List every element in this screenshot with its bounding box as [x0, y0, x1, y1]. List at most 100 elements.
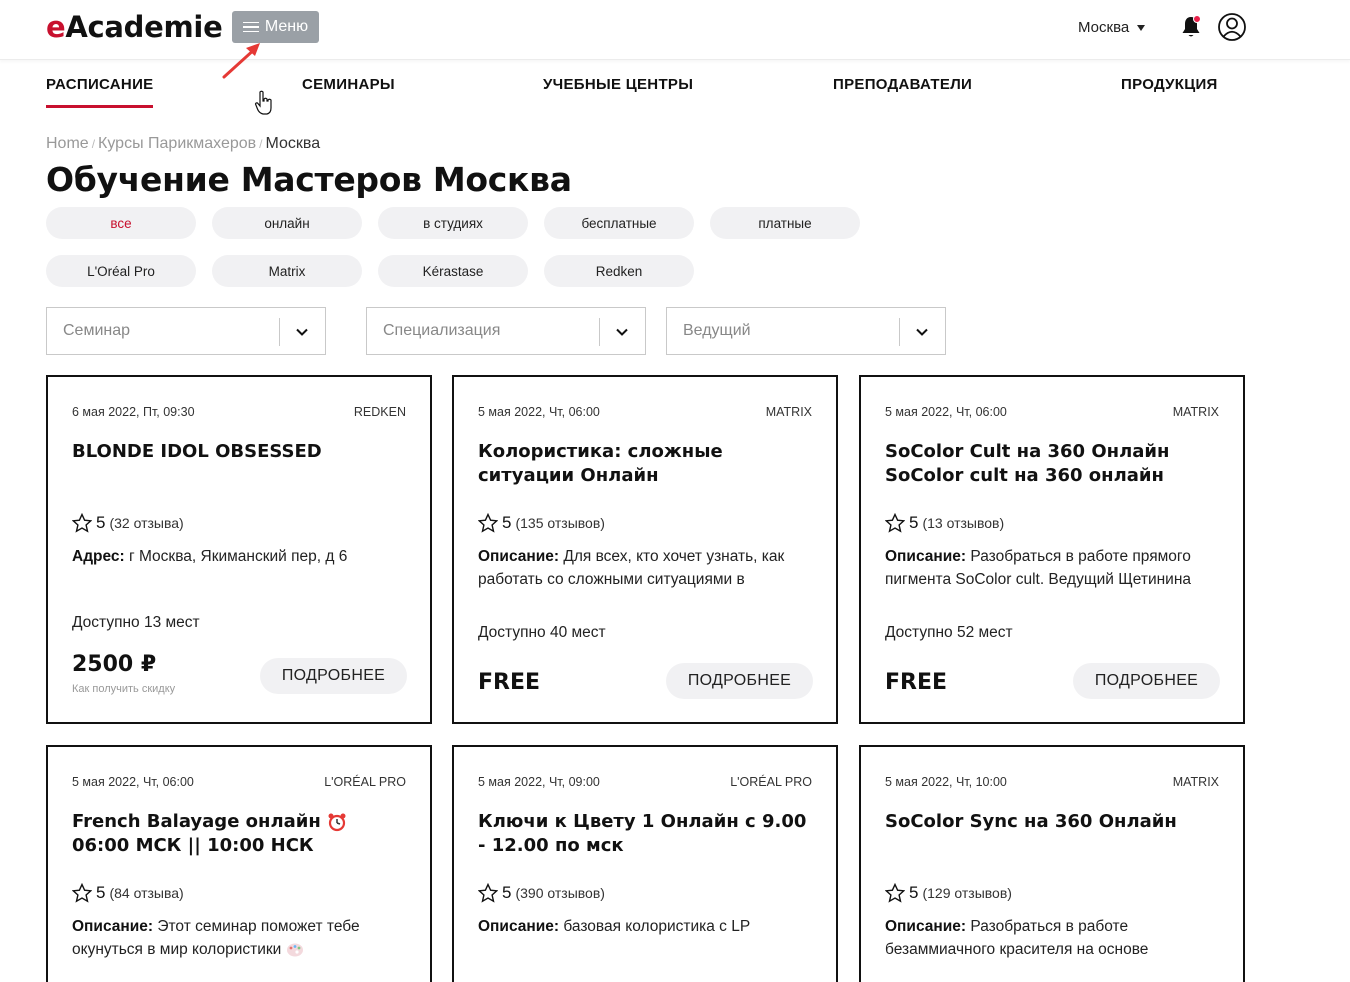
- city-selector[interactable]: Москва: [1078, 19, 1146, 36]
- review-count: (13 отзывов): [922, 515, 1005, 531]
- caret-down-icon: [1137, 24, 1146, 31]
- review-count: (390 отзывов): [515, 885, 605, 901]
- brand-chip-loreal[interactable]: L'Oréal Pro: [46, 255, 196, 287]
- card-availability: Доступно 13 мест: [72, 614, 200, 631]
- nav-schedule[interactable]: РАСПИСАНИЕ: [46, 76, 154, 108]
- card-title[interactable]: Ключи к Цвету 1 Онлайн с 9.00 - 12.00 по…: [478, 810, 808, 858]
- card-date: 5 мая 2022, Чт, 09:00: [478, 775, 600, 789]
- description-label: Адрес:: [72, 548, 125, 565]
- filter-chip-free[interactable]: бесплатные: [544, 207, 694, 239]
- card-date: 5 мая 2022, Чт, 06:00: [478, 405, 600, 419]
- details-button[interactable]: ПОДРОБНЕЕ: [666, 663, 813, 699]
- logo[interactable]: eAcademie: [46, 10, 223, 44]
- star-icon: [72, 513, 92, 533]
- bell-icon[interactable]: [1179, 14, 1203, 45]
- rating-value: 5: [96, 883, 106, 902]
- select-divider: [599, 318, 600, 346]
- card-date: 5 мая 2022, Чт, 06:00: [885, 405, 1007, 419]
- card-brand: MATRIX: [1172, 405, 1219, 419]
- host-select-placeholder: Ведущий: [683, 322, 751, 339]
- brand-chip-kerastase[interactable]: Kérastase: [378, 255, 528, 287]
- menu-button-label: Меню: [264, 18, 309, 35]
- filter-chip-studio[interactable]: в студиях: [378, 207, 528, 239]
- card-availability: Доступно 52 мест: [885, 624, 1013, 641]
- menu-button[interactable]: Меню: [232, 11, 319, 43]
- brand-chip-redken[interactable]: Redken: [544, 255, 694, 287]
- seminar-card[interactable]: 5 мая 2022, Чт, 06:00 MATRIX SoColor Cul…: [859, 375, 1245, 724]
- nav-teachers[interactable]: ПРЕПОДАВАТЕЛИ: [833, 76, 972, 93]
- card-price: 2500 ₽: [72, 652, 157, 677]
- seminar-select[interactable]: Семинар: [46, 307, 326, 355]
- select-divider: [899, 318, 900, 346]
- host-select[interactable]: Ведущий: [666, 307, 946, 355]
- hamburger-icon: [242, 19, 259, 36]
- city-label: Москва: [1078, 19, 1130, 36]
- page-title: Обучение Мастеров Москва: [46, 160, 572, 199]
- card-availability: Доступно 40 мест: [478, 624, 606, 641]
- card-title[interactable]: French Balayage онлайн 06:00 МСК || 10:0…: [72, 810, 402, 858]
- description-text: г Москва, Якиманский пер, д 6: [124, 548, 348, 565]
- seminar-card[interactable]: 5 мая 2022, Чт, 10:00 MATRIX SoColor Syn…: [859, 745, 1245, 982]
- user-icon[interactable]: [1217, 12, 1247, 47]
- details-button[interactable]: ПОДРОБНЕЕ: [260, 658, 407, 694]
- card-title[interactable]: SoColor Sync на 360 Онлайн: [885, 810, 1215, 834]
- discount-link[interactable]: Как получить скидку: [72, 683, 175, 695]
- description-label: Описание:: [478, 918, 560, 935]
- rating-value: 5: [502, 513, 512, 532]
- card-rating: 5 (129 отзывов): [885, 883, 1012, 903]
- card-price: FREE: [885, 670, 948, 695]
- card-title[interactable]: Колористика: сложные ситуации Онлайн: [478, 440, 808, 488]
- breadcrumb-current: Москва: [265, 135, 321, 152]
- nav-seminars[interactable]: СЕМИНАРЫ: [302, 76, 395, 93]
- review-count: (129 отзывов): [922, 885, 1012, 901]
- filter-chip-online[interactable]: онлайн: [212, 207, 362, 239]
- card-title-part: French Balayage онлайн: [72, 811, 328, 832]
- chevron-down-icon: [616, 328, 628, 336]
- breadcrumb-section[interactable]: Курсы Парикмахеров: [98, 135, 256, 153]
- seminar-card[interactable]: 6 мая 2022, Пт, 09:30 REDKEN BLONDE IDOL…: [46, 375, 432, 724]
- card-rating: 5 (135 отзывов): [478, 513, 605, 533]
- card-rating: 5 (390 отзывов): [478, 883, 605, 903]
- description-label: Описание:: [72, 918, 154, 935]
- card-description: Описание: базовая колористика с LP: [478, 915, 818, 967]
- breadcrumb: Home / Курсы Парикмахеров / Москва: [46, 135, 320, 153]
- star-icon: [478, 513, 498, 533]
- filter-chip-all[interactable]: все: [46, 207, 196, 239]
- card-description: Описание: Разобраться в работе прямого п…: [885, 545, 1225, 597]
- filter-chip-paid[interactable]: платные: [710, 207, 860, 239]
- card-rating: 5 (84 отзыва): [72, 883, 184, 903]
- hand-cursor-icon: [254, 90, 272, 115]
- card-rating: 5 (13 отзывов): [885, 513, 1004, 533]
- rating-value: 5: [909, 513, 919, 532]
- review-count: (135 отзывов): [515, 515, 605, 531]
- card-description: Описание: Разобраться в работе безаммиач…: [885, 915, 1225, 967]
- nav-products[interactable]: ПРОДУКЦИЯ: [1121, 76, 1218, 93]
- alarm-clock-icon: [328, 813, 346, 832]
- star-icon: [478, 883, 498, 903]
- seminar-card[interactable]: 5 мая 2022, Чт, 09:00 L'ORÉAL PRO Ключи …: [452, 745, 838, 982]
- card-date: 5 мая 2022, Чт, 10:00: [885, 775, 1007, 789]
- review-count: (84 отзыва): [109, 885, 184, 901]
- description-label: Описание:: [885, 548, 967, 565]
- card-description: Описание: Этот семинар поможет тебе окун…: [72, 915, 412, 967]
- breadcrumb-separator: /: [259, 137, 263, 151]
- details-button[interactable]: ПОДРОБНЕЕ: [1073, 663, 1220, 699]
- card-rating: 5 (32 отзыва): [72, 513, 184, 533]
- card-price: FREE: [478, 670, 541, 695]
- card-description: Описание: Для всех, кто хочет узнать, ка…: [478, 545, 818, 597]
- card-title[interactable]: SoColor Cult на 360 Онлайн SoColor cult …: [885, 440, 1215, 488]
- seminar-select-placeholder: Семинар: [63, 322, 131, 339]
- card-description: Адрес: г Москва, Якиманский пер, д 6: [72, 545, 412, 591]
- rating-value: 5: [502, 883, 512, 902]
- breadcrumb-home[interactable]: Home: [46, 135, 89, 153]
- seminar-card[interactable]: 5 мая 2022, Чт, 06:00 MATRIX Колористика…: [452, 375, 838, 724]
- review-count: (32 отзыва): [109, 515, 184, 531]
- seminar-card[interactable]: 5 мая 2022, Чт, 06:00 L'ORÉAL PRO French…: [46, 745, 432, 982]
- header: eAcademie Меню Москва: [0, 0, 1350, 60]
- card-brand: REDKEN: [353, 405, 406, 419]
- nav-training-centers[interactable]: УЧЕБНЫЕ ЦЕНТРЫ: [543, 76, 693, 93]
- specialization-select[interactable]: Специализация: [366, 307, 646, 355]
- brand-chip-matrix[interactable]: Matrix: [212, 255, 362, 287]
- card-title[interactable]: BLONDE IDOL OBSESSED: [72, 440, 402, 464]
- breadcrumb-separator: /: [91, 137, 96, 151]
